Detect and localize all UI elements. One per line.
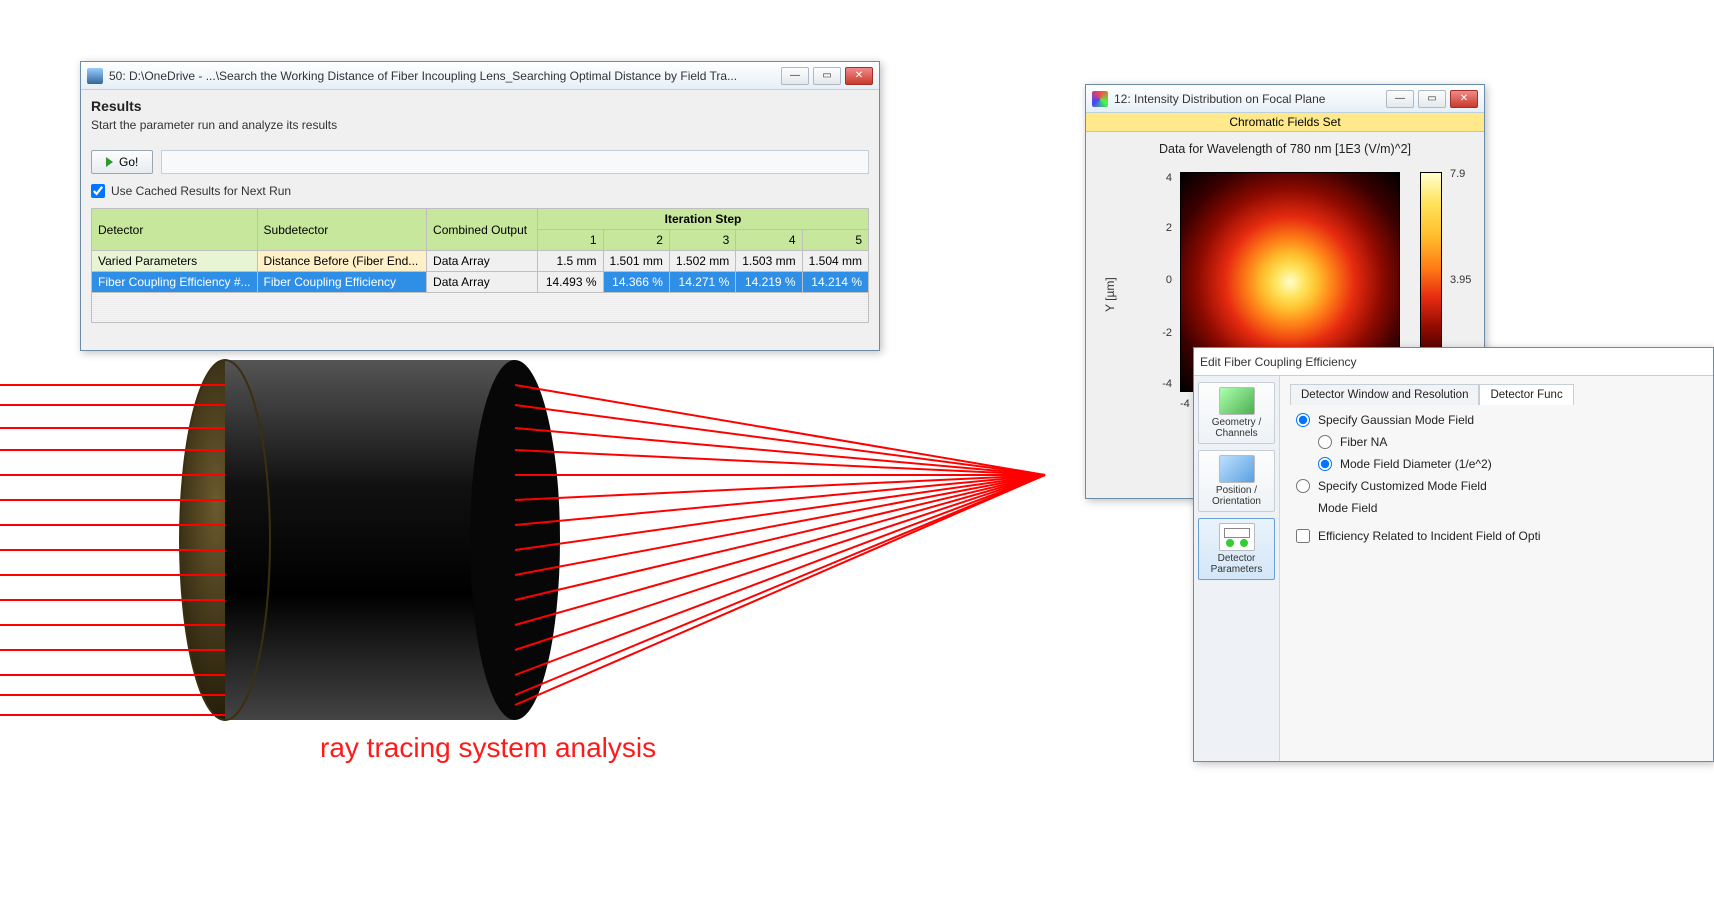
minimize-button[interactable]: — bbox=[1386, 90, 1414, 108]
cell-val[interactable]: 14.214 % bbox=[802, 272, 868, 293]
go-button[interactable]: Go! bbox=[91, 150, 153, 174]
maximize-button[interactable]: ▭ bbox=[1418, 90, 1446, 108]
cached-label: Use Cached Results for Next Run bbox=[111, 184, 291, 198]
radio-mfd[interactable] bbox=[1318, 457, 1332, 471]
y-axis-label: Y [µm] bbox=[1103, 277, 1117, 312]
colorbar-max: 7.9 bbox=[1450, 168, 1465, 180]
cell-val[interactable]: 1.504 mm bbox=[802, 251, 868, 272]
opt-label: Mode Field Diameter (1/e^2) bbox=[1340, 457, 1492, 471]
cell-combined: Data Array bbox=[427, 272, 538, 293]
plot-title: Data for Wavelength of 780 nm [1E3 (V/m)… bbox=[1086, 142, 1484, 156]
chromatic-banner: Chromatic Fields Set bbox=[1086, 113, 1484, 132]
col-detector[interactable]: Detector bbox=[92, 209, 258, 251]
y-tick: -4 bbox=[1152, 378, 1172, 390]
fiber-coupling-window: Edit Fiber Coupling Efficiency Geometry … bbox=[1193, 347, 1714, 762]
fc-sidebar: Geometry / Channels Position / Orientati… bbox=[1194, 376, 1280, 761]
cell-subdetector: Fiber Coupling Efficiency bbox=[257, 272, 427, 293]
cell-val[interactable]: 14.219 % bbox=[736, 272, 802, 293]
y-tick: 0 bbox=[1152, 274, 1172, 286]
sidebar-item-position[interactable]: Position / Orientation bbox=[1198, 450, 1275, 512]
col-step-3[interactable]: 3 bbox=[669, 230, 735, 251]
col-step-2[interactable]: 2 bbox=[603, 230, 669, 251]
opt-fiber-na[interactable]: Fiber NA bbox=[1318, 435, 1703, 449]
cell-val[interactable]: 14.493 % bbox=[538, 272, 604, 293]
y-tick: 4 bbox=[1152, 172, 1172, 184]
window-title: Edit Fiber Coupling Efficiency bbox=[1200, 355, 1707, 369]
col-step-1[interactable]: 1 bbox=[538, 230, 604, 251]
opt-label: Fiber NA bbox=[1340, 435, 1387, 449]
go-button-label: Go! bbox=[119, 155, 138, 169]
sidebar-item-label: Geometry / Channels bbox=[1212, 417, 1261, 439]
opt-mfd[interactable]: Mode Field Diameter (1/e^2) bbox=[1318, 457, 1703, 471]
x-tick: -4 bbox=[1180, 398, 1190, 410]
results-heading: Results bbox=[91, 98, 869, 114]
col-combined[interactable]: Combined Output bbox=[427, 209, 538, 251]
sidebar-item-label: Detector Parameters bbox=[1211, 553, 1263, 575]
ray-tracing-label: ray tracing system analysis bbox=[320, 732, 656, 764]
opt-label: Efficiency Related to Incident Field of … bbox=[1318, 529, 1541, 543]
cell-detector: Varied Parameters bbox=[92, 251, 258, 272]
window-title: 12: Intensity Distribution on Focal Plan… bbox=[1114, 92, 1386, 106]
radio-custom[interactable] bbox=[1296, 479, 1310, 493]
opt-label: Specify Customized Mode Field bbox=[1318, 479, 1487, 493]
fc-main-panel: Detector Window and Resolution Detector … bbox=[1280, 376, 1713, 761]
cell-val[interactable]: 1.503 mm bbox=[736, 251, 802, 272]
sidebar-item-geometry[interactable]: Geometry / Channels bbox=[1198, 382, 1275, 444]
close-button[interactable]: ✕ bbox=[845, 67, 873, 85]
cell-val[interactable]: 14.271 % bbox=[669, 272, 735, 293]
y-tick: 2 bbox=[1152, 222, 1172, 234]
window-title: 50: D:\OneDrive - ...\Search the Working… bbox=[109, 69, 781, 83]
cell-val[interactable]: 1.502 mm bbox=[669, 251, 735, 272]
checkbox-efficiency[interactable] bbox=[1296, 529, 1310, 543]
cube-icon bbox=[1219, 387, 1255, 415]
cell-subdetector: Distance Before (Fiber End... bbox=[257, 251, 427, 272]
axes-icon bbox=[1219, 455, 1255, 483]
cached-checkbox[interactable] bbox=[91, 184, 105, 198]
cell-val[interactable]: 1.5 mm bbox=[538, 251, 604, 272]
maximize-button[interactable]: ▭ bbox=[813, 67, 841, 85]
cell-combined: Data Array bbox=[427, 251, 538, 272]
opt-custom[interactable]: Specify Customized Mode Field bbox=[1296, 479, 1703, 493]
col-iteration-step[interactable]: Iteration Step bbox=[538, 209, 869, 230]
colorbar-mid: 3.95 bbox=[1450, 274, 1471, 286]
opt-label: Specify Gaussian Mode Field bbox=[1318, 413, 1474, 427]
cell-detector: Fiber Coupling Efficiency #... bbox=[92, 272, 258, 293]
col-subdetector[interactable]: Subdetector bbox=[257, 209, 427, 251]
cached-checkbox-row[interactable]: Use Cached Results for Next Run bbox=[91, 184, 869, 198]
titlebar[interactable]: Edit Fiber Coupling Efficiency bbox=[1194, 348, 1713, 376]
table-row[interactable]: Varied Parameters Distance Before (Fiber… bbox=[92, 251, 869, 272]
radio-gaussian[interactable] bbox=[1296, 413, 1310, 427]
results-subtext: Start the parameter run and analyze its … bbox=[91, 118, 869, 132]
mode-field-label: Mode Field bbox=[1318, 501, 1703, 515]
col-step-4[interactable]: 4 bbox=[736, 230, 802, 251]
oscilloscope-icon bbox=[1219, 523, 1255, 551]
app-icon bbox=[1092, 91, 1108, 107]
tab-detector-func[interactable]: Detector Func bbox=[1479, 384, 1573, 405]
cell-val[interactable]: 14.366 % bbox=[603, 272, 669, 293]
col-step-5[interactable]: 5 bbox=[802, 230, 868, 251]
opt-gaussian[interactable]: Specify Gaussian Mode Field bbox=[1296, 413, 1703, 427]
radio-fiber-na[interactable] bbox=[1318, 435, 1332, 449]
sidebar-item-label: Position / Orientation bbox=[1212, 485, 1261, 507]
close-button[interactable]: ✕ bbox=[1450, 90, 1478, 108]
titlebar[interactable]: 50: D:\OneDrive - ...\Search the Working… bbox=[81, 62, 879, 90]
progress-bar bbox=[161, 150, 869, 174]
y-tick: -2 bbox=[1152, 327, 1172, 339]
tab-window-res[interactable]: Detector Window and Resolution bbox=[1290, 384, 1479, 405]
cell-val[interactable]: 1.501 mm bbox=[603, 251, 669, 272]
play-icon bbox=[106, 157, 113, 167]
titlebar[interactable]: 12: Intensity Distribution on Focal Plan… bbox=[1086, 85, 1484, 113]
opt-label: Mode Field bbox=[1318, 501, 1377, 515]
results-table[interactable]: Detector Subdetector Combined Output Ite… bbox=[91, 208, 869, 293]
minimize-button[interactable]: — bbox=[781, 67, 809, 85]
table-row[interactable]: Fiber Coupling Efficiency #... Fiber Cou… bbox=[92, 272, 869, 293]
app-icon bbox=[87, 68, 103, 84]
chk-efficiency[interactable]: Efficiency Related to Incident Field of … bbox=[1296, 529, 1703, 543]
sidebar-item-detector-params[interactable]: Detector Parameters bbox=[1198, 518, 1275, 580]
